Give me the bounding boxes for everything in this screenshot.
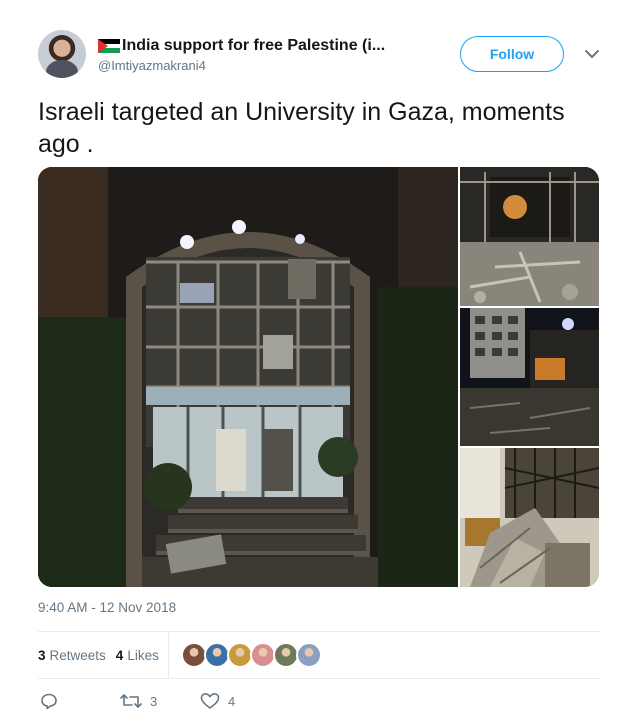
chevron-down-icon[interactable] — [583, 45, 601, 63]
retweet-count: 3 — [150, 693, 158, 709]
stats-separator — [168, 632, 169, 678]
tweet-stats: 3 Retweets 4 Likes — [38, 645, 169, 665]
tweet-header: India support for free Palestine (i... @… — [38, 30, 610, 82]
liker-avatars — [181, 642, 322, 668]
like-count: 4 — [228, 693, 236, 709]
likes-label: Likes — [127, 647, 159, 663]
follow-button[interactable]: Follow — [460, 36, 564, 72]
photo-main-image — [38, 167, 458, 587]
retweet-action[interactable]: 3 — [120, 690, 157, 712]
reply-icon — [41, 693, 57, 710]
retweet-icon — [120, 694, 142, 708]
like-action[interactable]: 4 — [200, 690, 235, 712]
photo-2-image — [460, 167, 599, 306]
divider — [38, 678, 600, 679]
photo-3[interactable] — [460, 308, 599, 446]
photo-4[interactable] — [460, 448, 599, 587]
retweets-label: Retweets — [49, 647, 106, 663]
photo-4-image — [460, 448, 599, 587]
likes-count: 4 — [115, 647, 124, 663]
avatar[interactable] — [38, 30, 86, 78]
liker-avatar[interactable] — [296, 642, 322, 668]
retweets-stat[interactable]: 3 Retweets — [38, 648, 106, 663]
retweets-count: 3 — [38, 647, 46, 663]
photo-main[interactable] — [38, 167, 458, 587]
author-name-row[interactable]: India support for free Palestine (i... — [98, 35, 428, 57]
photo-2[interactable] — [460, 167, 599, 306]
palestine-flag-icon — [98, 39, 120, 53]
photo-3-image — [460, 308, 599, 446]
tweet-timestamp[interactable]: 9:40 AM - 12 Nov 2018 — [38, 600, 176, 615]
tweet-text: Israeli targeted an University in Gaza, … — [38, 98, 565, 158]
author-handle[interactable]: @Imtiyazmakrani4 — [98, 58, 206, 73]
reply-action[interactable] — [40, 690, 66, 712]
media-grid — [38, 167, 599, 587]
author-display-name[interactable]: India support for free Palestine (i... — [122, 37, 385, 55]
heart-icon — [200, 693, 220, 709]
likes-stat[interactable]: 4 Likes — [116, 648, 159, 663]
divider — [38, 631, 600, 632]
